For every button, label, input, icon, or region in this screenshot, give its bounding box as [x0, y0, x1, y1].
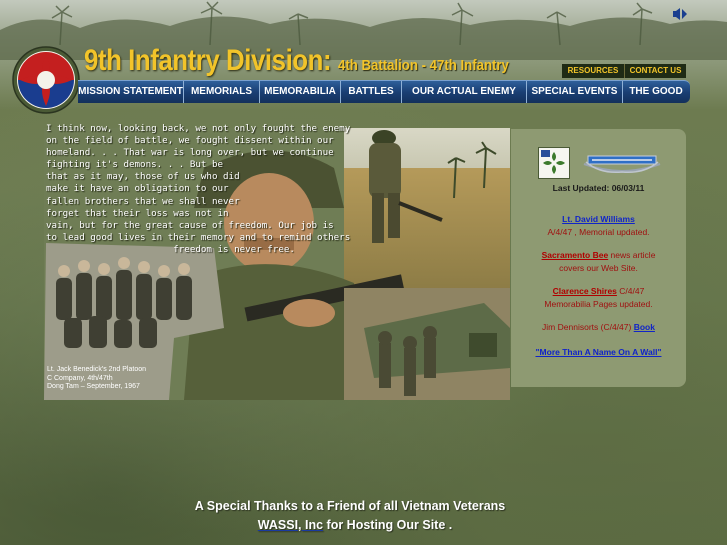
- intro-line: fighting it's demons. . . But be: [46, 159, 224, 171]
- intro-line: vain, but for the great cause of freedom…: [46, 219, 334, 231]
- photo-caption: Lt. Jack Benedick's 2nd Platoon C Compan…: [47, 366, 146, 392]
- news-item: Clarence Shires C/4/47 Memorabilia Pages…: [511, 285, 686, 310]
- news-item: Sacramento Bee news article covers our W…: [511, 249, 686, 274]
- intro-line: I think now, looking back, we not only f…: [46, 123, 351, 134]
- news-link-book[interactable]: Book: [634, 322, 655, 332]
- nav-special-events[interactable]: SPECIAL EVENTS: [527, 81, 623, 103]
- footer-thanks: A Special Thanks to a Friend of all Viet…: [194, 499, 506, 513]
- contact-us-link[interactable]: CONTACT US: [625, 64, 686, 78]
- nav-battles[interactable]: BATTLES: [341, 81, 402, 103]
- combat-infantry-badge: [583, 155, 661, 174]
- caption-line: Lt. Jack Benedick's 2nd Platoon: [47, 366, 147, 373]
- intro-line: forget that their loss was not in: [46, 207, 229, 219]
- top-links-bar: RESOURCES CONTACT US: [562, 64, 686, 78]
- main-nav: MISSION STATEMENT MEMORIALS MEMORABILIA …: [78, 80, 690, 103]
- news-text: A/4/47 , Memorial updated.: [547, 226, 650, 237]
- site-subtitle: 4th Battalion - 47th Infantry: [338, 57, 509, 74]
- news-text: news article: [608, 250, 656, 260]
- news-text: Memorabilia Pages updated.: [544, 298, 653, 309]
- intro-quote: I think now, looking back, we not only f…: [46, 123, 382, 256]
- news-text: C/4/47: [616, 286, 645, 296]
- intro-line: to lead good lives in their memory and t…: [46, 231, 351, 243]
- news-link-david-williams[interactable]: Lt. David Williams: [562, 214, 635, 224]
- footer-host-text: for Hosting Our Site .: [323, 518, 453, 532]
- nav-mission-statement[interactable]: MISSION STATEMENT: [78, 81, 184, 103]
- news-item: Lt. David Williams A/4/47 , Memorial upd…: [511, 213, 686, 238]
- news-link-clarence-shires[interactable]: Clarence Shires: [553, 286, 617, 296]
- intro-line: that as it may, those of us who did: [46, 171, 240, 183]
- caption-line: Dong Tam – September, 1967: [47, 383, 140, 390]
- 4th-infantry-insignia: [538, 147, 570, 179]
- caption-line: C Company, 4th/47th: [47, 374, 113, 382]
- news-item: "More Than A Name On A Wall": [511, 346, 686, 359]
- resources-link[interactable]: RESOURCES: [562, 64, 625, 78]
- news-link-sacramento-bee[interactable]: Sacramento Bee: [542, 250, 609, 260]
- audio-play-icon[interactable]: [673, 8, 687, 20]
- news-text: covers our Web Site.: [559, 262, 638, 273]
- footer-host: WASSI, Inc for Hosting Our Site .: [0, 518, 710, 532]
- nav-memorabilia[interactable]: MEMORABILIA: [260, 81, 341, 103]
- intro-line: homeland. . . That war is long over, but…: [46, 147, 334, 159]
- 9th-division-patch-logo: [12, 46, 80, 114]
- news-item: Jim Dennisorts (C/4/47) Book: [511, 321, 686, 334]
- news-link-more-than-a-name[interactable]: "More Than A Name On A Wall": [536, 347, 662, 357]
- nav-our-actual-enemy[interactable]: OUR ACTUAL ENEMY: [402, 81, 527, 103]
- nav-memorials[interactable]: MEMORIALS: [184, 81, 260, 103]
- last-updated: Last Updated: 06/03/11: [552, 183, 645, 193]
- nav-the-good[interactable]: THE GOOD: [623, 81, 689, 103]
- intro-line: make it have an obligation to our: [46, 183, 229, 195]
- news-text: Jim Dennisorts (C/4/47): [542, 322, 634, 332]
- intro-line: on the field of battle, we fought dissen…: [46, 135, 334, 147]
- site-title: 9th Infantry Division:: [84, 44, 332, 77]
- wassi-link[interactable]: WASSI, Inc: [258, 518, 323, 532]
- intro-line: fallen brothers that we shall never: [46, 195, 240, 207]
- intro-line: freedom is never free.: [46, 243, 295, 255]
